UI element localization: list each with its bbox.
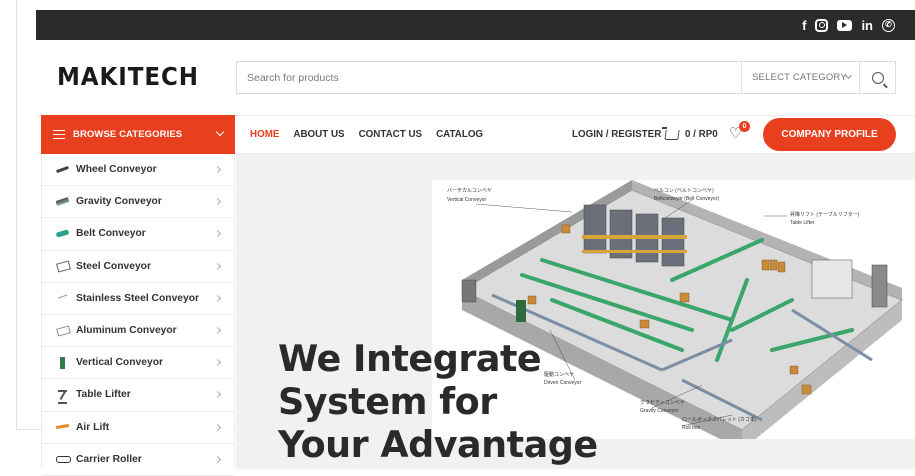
- chevron-right-icon: [213, 455, 222, 463]
- nav-catalog[interactable]: CATALOG: [436, 129, 483, 140]
- chevron-right-icon: [213, 391, 222, 399]
- category-item[interactable]: Belt Conveyor: [42, 218, 234, 251]
- label-roll-jp: ロールボックスパレット (カゴ車): [682, 416, 757, 423]
- category-item[interactable]: Gravity Conveyor: [42, 186, 234, 219]
- cart-icon: [664, 129, 680, 140]
- category-label: Carrier Roller: [76, 453, 142, 465]
- search-icon: [871, 71, 884, 84]
- login-register-link[interactable]: LOGIN / REGISTER: [572, 115, 661, 154]
- hero-title-line: We Integrate: [278, 337, 542, 380]
- category-item[interactable]: Air Lift: [42, 412, 234, 444]
- page: f in ✆ MAKITECH SELECT CATEGORY BROWSE C…: [0, 0, 915, 476]
- company-profile-button[interactable]: COMPANY PROFILE: [763, 118, 896, 151]
- air-lift-icon: [56, 422, 70, 432]
- carrier-roller-icon: [56, 454, 71, 464]
- gravity-conveyor-icon: [56, 197, 70, 207]
- chevron-right-icon: [213, 230, 222, 238]
- search-input[interactable]: [237, 62, 737, 93]
- browse-categories-button[interactable]: BROWSE CATEGORIES: [41, 115, 235, 154]
- facebook-icon[interactable]: f: [802, 18, 806, 32]
- stainless-conveyor-icon: [56, 293, 70, 303]
- category-select[interactable]: SELECT CATEGORY: [741, 62, 861, 93]
- instagram-icon[interactable]: [815, 18, 829, 32]
- nav-home[interactable]: HOME: [250, 129, 279, 140]
- social-links: f in ✆: [802, 10, 895, 40]
- chevron-right-icon: [213, 165, 222, 174]
- cart-total: 0 / RP0: [685, 129, 718, 140]
- category-item[interactable]: Table Lifter: [42, 379, 234, 412]
- whatsapp-icon[interactable]: ✆: [882, 18, 895, 32]
- youtube-icon[interactable]: [837, 19, 853, 31]
- menu-icon: [53, 130, 65, 139]
- chevron-right-icon: [213, 423, 222, 431]
- category-item[interactable]: Stainless Steel Conveyor: [42, 283, 234, 315]
- chevron-right-icon: [213, 294, 222, 302]
- wishlist-count-badge: 0: [739, 121, 750, 132]
- category-item[interactable]: Carrier Roller: [42, 444, 234, 476]
- label-gravity-jp: グラビティコンベヤ: [640, 399, 685, 406]
- chevron-right-icon: [213, 262, 222, 270]
- label-vertical-en: Vertical Conveyor: [447, 197, 487, 203]
- category-label: Vertical Conveyor: [76, 357, 163, 369]
- category-label: Table Lifter: [76, 389, 131, 401]
- label-roll-en: Roll box: [682, 425, 701, 431]
- category-select-label: SELECT CATEGORY: [752, 72, 847, 83]
- steel-conveyor-icon: [56, 261, 70, 271]
- category-label: Wheel Conveyor: [76, 164, 157, 176]
- cart-link[interactable]: 0 / RP0: [664, 115, 718, 154]
- hero-title-line: Your Advantage: [278, 423, 598, 466]
- aluminum-conveyor-icon: [56, 326, 70, 336]
- category-label: Aluminum Conveyor: [76, 325, 177, 337]
- wheel-conveyor-icon: [56, 165, 70, 175]
- category-item[interactable]: Aluminum Conveyor: [42, 315, 234, 348]
- category-item[interactable]: Steel Conveyor: [42, 251, 234, 283]
- chevron-right-icon: [213, 359, 222, 367]
- category-label: Air Lift: [76, 421, 110, 433]
- category-label: Belt Conveyor: [76, 228, 146, 240]
- hero-title: We Integrate System for Your Advantage: [278, 337, 598, 466]
- category-item[interactable]: Vertical Conveyor: [42, 347, 234, 380]
- label-table-en: Table Lifter: [790, 220, 815, 226]
- category-item[interactable]: Wheel Conveyor: [42, 154, 234, 187]
- label-vertical-jp: バーチカルコンベヤ: [447, 188, 492, 194]
- search-bar: SELECT CATEGORY: [236, 61, 896, 94]
- linkedin-icon[interactable]: in: [861, 18, 873, 32]
- hero-title-line: System for: [278, 380, 497, 423]
- nav-about-us[interactable]: ABOUT US: [293, 129, 344, 140]
- belt-conveyor-icon: [56, 229, 70, 239]
- nav-contact-us[interactable]: CONTACT US: [359, 129, 423, 140]
- main-menu: HOME ABOUT US CONTACT US CATALOG: [250, 115, 497, 154]
- chevron-right-icon: [213, 198, 222, 206]
- chevron-right-icon: [213, 326, 222, 334]
- label-table-jp: 昇降リフト (テーブルリフター): [790, 211, 860, 218]
- vertical-conveyor-icon: [56, 356, 70, 369]
- browse-categories-label: BROWSE CATEGORIES: [73, 129, 183, 140]
- category-label: Steel Conveyor: [76, 260, 151, 272]
- category-sidebar: Wheel Conveyor Gravity Conveyor Belt Con…: [41, 154, 235, 476]
- site-logo[interactable]: MAKITECH: [57, 62, 199, 91]
- search-button[interactable]: [859, 62, 895, 93]
- table-lifter-icon: [56, 389, 70, 404]
- label-gravity-en: Gravity Conveyor: [640, 408, 679, 414]
- category-label: Gravity Conveyor: [76, 196, 162, 208]
- label-belt-en: Beltconveyor (Belt Conveyor): [654, 196, 719, 202]
- wishlist-link[interactable]: ♡ 0: [729, 121, 750, 141]
- top-bar: f in ✆: [36, 10, 915, 40]
- category-label: Stainless Steel Conveyor: [76, 292, 200, 304]
- label-belt-jp: ベルコン (ベルトコンベヤ): [654, 188, 714, 194]
- chevron-down-icon: [215, 127, 225, 137]
